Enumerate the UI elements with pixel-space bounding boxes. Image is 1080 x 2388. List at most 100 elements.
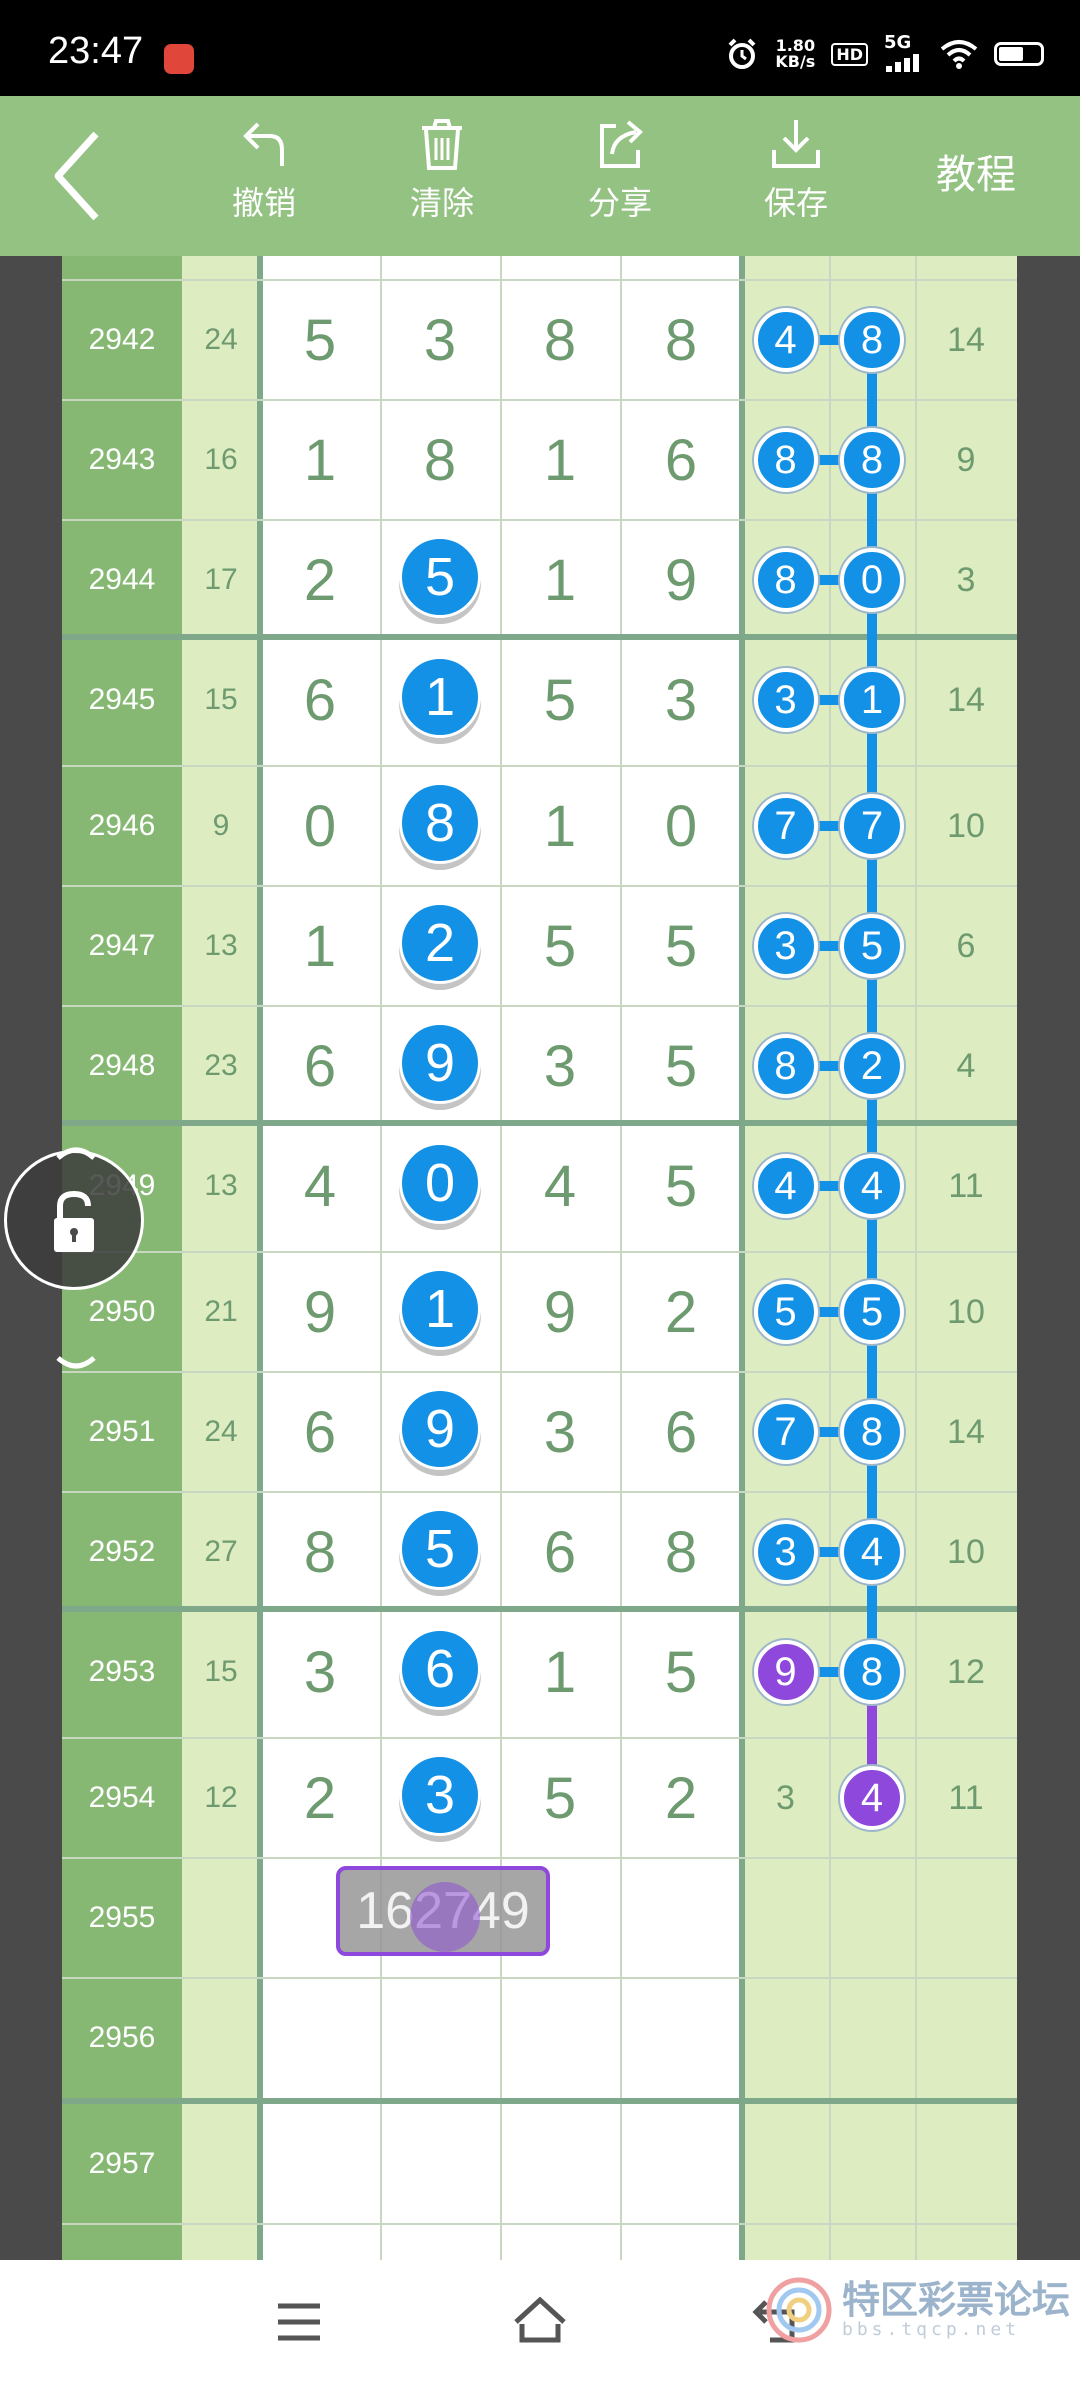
pair-right-ball[interactable]: 5 bbox=[840, 914, 904, 978]
digit-cell[interactable]: 3 bbox=[260, 1612, 380, 1732]
lock-button[interactable] bbox=[4, 1150, 144, 1290]
digit-ball[interactable]: 5 bbox=[399, 536, 481, 618]
pair-left-ball[interactable]: 8 bbox=[753, 428, 818, 492]
digit-ball[interactable]: 6 bbox=[399, 1628, 481, 1710]
digit-cell[interactable]: 6 bbox=[260, 1372, 380, 1492]
digit-cell[interactable]: 1 bbox=[260, 400, 380, 520]
digit-ball[interactable]: 9 bbox=[399, 1388, 481, 1470]
digit-cell[interactable]: 3 bbox=[380, 280, 500, 400]
digit-cell[interactable]: 6 bbox=[620, 400, 742, 520]
pair-left-ball[interactable]: 9 bbox=[753, 1640, 818, 1704]
pair-right-ball[interactable]: 5 bbox=[840, 1280, 904, 1344]
drag-handle[interactable] bbox=[410, 1882, 480, 1952]
pair-right-ball[interactable]: 4 bbox=[840, 1154, 904, 1218]
digit-ball[interactable]: 1 bbox=[399, 1268, 481, 1350]
digit-cell[interactable] bbox=[620, 1858, 742, 1978]
pair-right-ball[interactable]: 8 bbox=[840, 428, 904, 492]
pair-left-cell[interactable]: 3 bbox=[742, 1738, 829, 1858]
digit-cell[interactable]: 5 bbox=[260, 280, 380, 400]
pair-right-ball[interactable]: 0 bbox=[840, 548, 904, 612]
digit-cell[interactable]: 1 bbox=[500, 1612, 620, 1732]
digit-cell[interactable] bbox=[260, 2104, 380, 2224]
digit-ball[interactable]: 2 bbox=[399, 902, 481, 984]
tutorial-button[interactable]: 教程 bbox=[936, 142, 1016, 200]
pair-right-cell[interactable] bbox=[829, 1978, 915, 2098]
digit-cell[interactable]: 9 bbox=[620, 520, 742, 640]
digit-cell[interactable]: 5 bbox=[500, 640, 620, 760]
digit-cell[interactable]: 5 bbox=[620, 886, 742, 1006]
digit-cell[interactable]: 8 bbox=[620, 1492, 742, 1612]
pair-right-ball[interactable]: 8 bbox=[840, 1400, 904, 1464]
digit-cell[interactable]: 3 bbox=[500, 1006, 620, 1126]
digit-ball[interactable]: 3 bbox=[399, 1754, 481, 1836]
pair-right-ball[interactable]: 4 bbox=[840, 1766, 904, 1830]
chevron-up-icon[interactable] bbox=[54, 1140, 98, 1160]
digit-cell[interactable]: 0 bbox=[620, 766, 742, 886]
digit-ball[interactable]: 1 bbox=[399, 656, 481, 738]
digit-cell[interactable]: 4 bbox=[260, 1126, 380, 1246]
pair-left-ball[interactable]: 4 bbox=[753, 308, 818, 372]
digit-cell[interactable] bbox=[380, 1978, 500, 2098]
digit-ball[interactable]: 0 bbox=[399, 1142, 481, 1224]
digit-cell[interactable]: 5 bbox=[620, 1612, 742, 1732]
digit-cell[interactable]: 0 bbox=[260, 766, 380, 886]
pair-left-ball[interactable]: 7 bbox=[753, 794, 818, 858]
pair-left-ball[interactable]: 4 bbox=[753, 1154, 818, 1218]
pair-right-cell[interactable] bbox=[829, 2104, 915, 2224]
back-button[interactable] bbox=[48, 126, 108, 230]
digit-cell[interactable]: 6 bbox=[260, 1006, 380, 1126]
clear-button[interactable]: 清除 bbox=[382, 116, 502, 224]
digit-cell[interactable]: 5 bbox=[620, 1006, 742, 1126]
digit-cell[interactable]: 6 bbox=[620, 1372, 742, 1492]
digit-cell[interactable]: 5 bbox=[500, 1738, 620, 1858]
digit-ball[interactable]: 5 bbox=[399, 1508, 481, 1590]
digit-cell[interactable] bbox=[620, 1978, 742, 2098]
digit-cell[interactable]: 9 bbox=[500, 1252, 620, 1372]
digit-cell[interactable]: 1 bbox=[500, 400, 620, 520]
pair-left-ball[interactable]: 3 bbox=[753, 668, 818, 732]
digit-cell[interactable]: 5 bbox=[500, 886, 620, 1006]
pair-left-ball[interactable]: 3 bbox=[753, 1520, 818, 1584]
digit-cell[interactable]: 8 bbox=[620, 280, 742, 400]
digit-cell[interactable]: 6 bbox=[260, 640, 380, 760]
digit-cell[interactable]: 8 bbox=[500, 280, 620, 400]
share-button[interactable]: 分享 bbox=[560, 116, 680, 224]
pair-right-ball[interactable]: 8 bbox=[840, 308, 904, 372]
digit-cell[interactable]: 3 bbox=[500, 1372, 620, 1492]
pair-right-ball[interactable]: 4 bbox=[840, 1520, 904, 1584]
pair-left-cell[interactable] bbox=[742, 1978, 829, 2098]
digit-cell[interactable]: 4 bbox=[500, 1126, 620, 1246]
digit-ball[interactable]: 9 bbox=[399, 1022, 481, 1104]
digit-cell[interactable]: 2 bbox=[620, 1738, 742, 1858]
pair-right-ball[interactable]: 7 bbox=[840, 794, 904, 858]
digit-cell[interactable]: 2 bbox=[260, 520, 380, 640]
digit-cell[interactable] bbox=[380, 2104, 500, 2224]
save-button[interactable]: 保存 bbox=[736, 116, 856, 224]
digit-cell[interactable]: 5 bbox=[620, 1126, 742, 1246]
digit-cell[interactable]: 1 bbox=[260, 886, 380, 1006]
digit-cell[interactable]: 6 bbox=[500, 1492, 620, 1612]
pair-right-ball[interactable]: 1 bbox=[840, 668, 904, 732]
pair-right-ball[interactable]: 2 bbox=[840, 1034, 904, 1098]
menu-icon[interactable] bbox=[274, 2300, 324, 2344]
digit-cell[interactable] bbox=[500, 2104, 620, 2224]
pair-left-ball[interactable]: 8 bbox=[753, 548, 818, 612]
digit-cell[interactable]: 3 bbox=[620, 640, 742, 760]
pair-left-cell[interactable] bbox=[742, 1858, 829, 1978]
digit-cell[interactable]: 2 bbox=[260, 1738, 380, 1858]
digit-cell[interactable]: 8 bbox=[380, 400, 500, 520]
digit-cell[interactable] bbox=[500, 1978, 620, 2098]
home-icon[interactable] bbox=[510, 2294, 570, 2346]
digit-cell[interactable]: 9 bbox=[260, 1252, 380, 1372]
digit-cell[interactable]: 1 bbox=[500, 520, 620, 640]
undo-button[interactable]: 撤销 bbox=[204, 116, 324, 224]
pair-right-ball[interactable]: 8 bbox=[840, 1640, 904, 1704]
digit-cell[interactable] bbox=[260, 1978, 380, 2098]
pair-left-ball[interactable]: 8 bbox=[753, 1034, 818, 1098]
digit-cell[interactable] bbox=[620, 2104, 742, 2224]
digit-cell[interactable]: 8 bbox=[260, 1492, 380, 1612]
pair-left-ball[interactable]: 5 bbox=[753, 1280, 818, 1344]
digit-ball[interactable]: 8 bbox=[399, 782, 481, 864]
pair-right-cell[interactable] bbox=[829, 1858, 915, 1978]
digit-cell[interactable]: 1 bbox=[500, 766, 620, 886]
